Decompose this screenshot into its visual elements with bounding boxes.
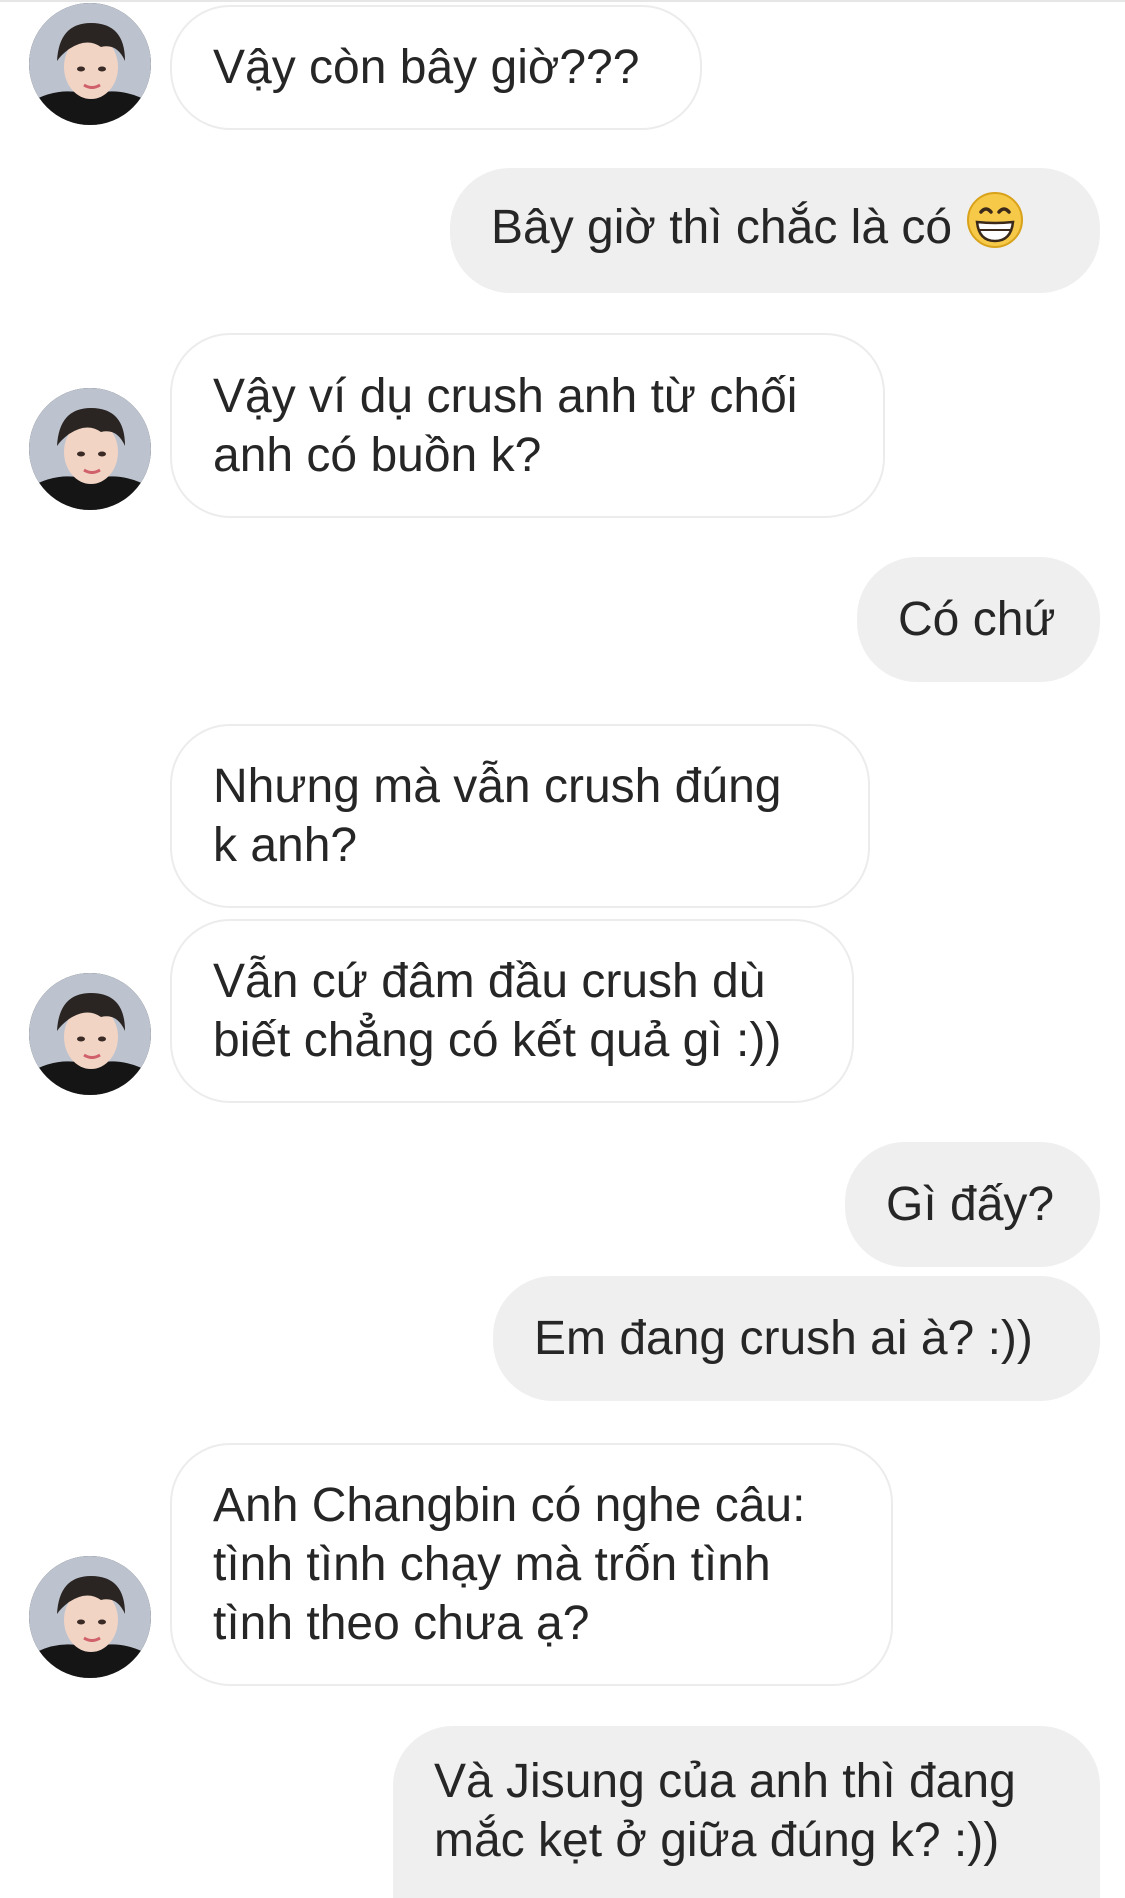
outgoing-message[interactable]: Có chứ xyxy=(857,557,1100,682)
message-line: Và Jisung của anh thì đang xyxy=(434,1755,1016,1808)
outgoing-message[interactable]: Và Jisung của anh thì đang mắc kẹt ở giữ… xyxy=(393,1726,1100,1898)
outgoing-message[interactable]: Bây giờ thì chắc là có xyxy=(450,168,1100,293)
avatar[interactable] xyxy=(29,973,151,1095)
message-line: tình tình chạy mà trốn tình xyxy=(213,1538,771,1591)
outgoing-message[interactable]: Em đang crush ai à? :)) xyxy=(493,1276,1100,1401)
message-line: Nhưng mà vẫn crush đúng xyxy=(213,760,782,813)
message-line: Anh Changbin có nghe câu: xyxy=(213,1479,806,1532)
message-line: Vậy còn bây giờ??? xyxy=(213,41,640,94)
message-thread[interactable]: Vậy còn bây giờ??? Bây giờ thì chắc là c… xyxy=(0,0,1125,1898)
incoming-message[interactable]: Nhưng mà vẫn crush đúng k anh? xyxy=(170,724,870,908)
incoming-message[interactable]: Vậy ví dụ crush anh từ chối anh có buồn … xyxy=(170,333,885,518)
message-line-with-emoji: Bây giờ thì chắc là có xyxy=(491,191,1059,262)
outgoing-message[interactable]: Gì đấy? xyxy=(845,1142,1100,1267)
message-line: Vẫn cứ đâm đầu crush dù xyxy=(213,955,766,1008)
grinning-face-emoji-icon xyxy=(966,191,1024,263)
avatar[interactable] xyxy=(29,1556,151,1678)
message-line: k anh? xyxy=(213,819,358,872)
message-line: tình theo chưa ạ? xyxy=(213,1597,590,1650)
avatar[interactable] xyxy=(29,3,151,125)
message-line: biết chẳng có kết quả gì :)) xyxy=(213,1014,782,1067)
incoming-message[interactable]: Vậy còn bây giờ??? xyxy=(170,5,702,130)
message-line: Bây giờ thì chắc là có xyxy=(491,201,953,255)
message-line: anh có buồn k? xyxy=(213,428,542,482)
incoming-message[interactable]: Vẫn cứ đâm đầu crush dù biết chẳng có kế… xyxy=(170,919,854,1103)
message-line: Có chứ xyxy=(898,593,1056,646)
avatar[interactable] xyxy=(29,388,151,510)
message-line: Gì đấy? xyxy=(886,1178,1055,1231)
message-line: Vậy ví dụ crush anh từ chối xyxy=(213,369,798,423)
incoming-message[interactable]: Anh Changbin có nghe câu: tình tình chạy… xyxy=(170,1443,893,1686)
message-line: mắc kẹt ở giữa đúng k? :)) xyxy=(434,1814,1000,1867)
message-line: Em đang crush ai à? :)) xyxy=(534,1312,1033,1365)
